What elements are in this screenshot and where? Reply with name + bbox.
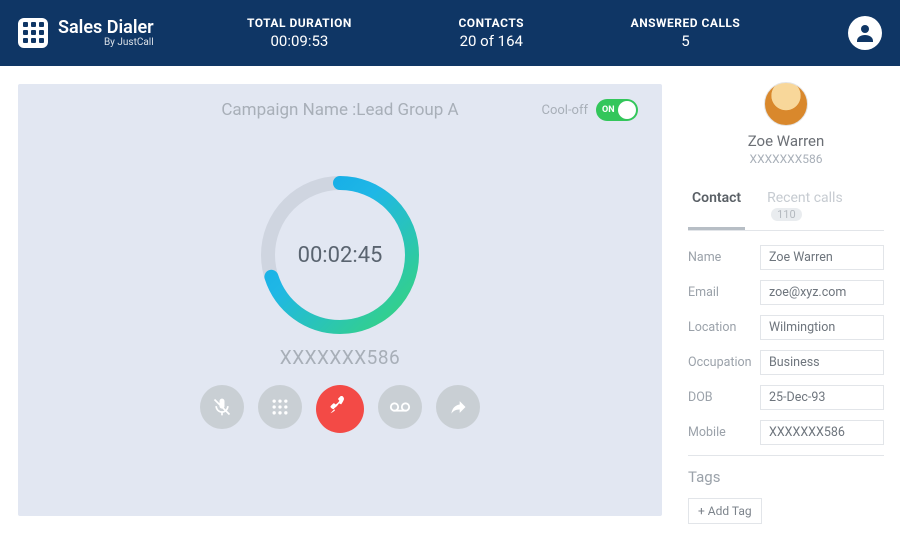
stat-answered: ANSWERED CALLS 5 <box>631 16 741 50</box>
forward-icon <box>448 397 468 417</box>
stat-duration-label: TOTAL DURATION <box>247 16 352 30</box>
sidebar-divider <box>688 455 884 456</box>
header-stats: TOTAL DURATION 00:09:53 CONTACTS 20 of 1… <box>194 16 794 50</box>
contact-sidebar: Zoe Warren XXXXXXX586 Contact Recent cal… <box>680 66 900 534</box>
hangup-icon <box>327 396 353 422</box>
stat-answered-value: 5 <box>631 32 741 50</box>
brand: Sales Dialer By JustCall <box>18 18 154 49</box>
call-progress-ring: 00:02:45 <box>255 170 425 340</box>
mute-icon <box>212 397 232 417</box>
call-panel: Campaign Name : Lead Group A Cool-off ON <box>18 84 662 516</box>
contact-number: XXXXXXX586 <box>750 152 823 166</box>
add-tag-button[interactable]: + Add Tag <box>688 498 762 524</box>
brand-subtitle: By JustCall <box>58 37 154 48</box>
switch-on-label: ON <box>602 105 615 115</box>
tab-recent-label: Recent calls <box>767 190 843 206</box>
switch-knob <box>618 101 636 119</box>
field-value-email[interactable]: zoe@xyz.com <box>760 280 884 305</box>
recent-calls-badge: 110 <box>771 208 802 221</box>
field-row: Emailzoe@xyz.com <box>688 280 884 305</box>
top-header: Sales Dialer By JustCall TOTAL DURATION … <box>0 0 900 66</box>
field-row: MobileXXXXXXX586 <box>688 420 884 445</box>
hangup-button[interactable] <box>316 385 364 433</box>
profile-icon <box>853 21 877 45</box>
stat-contacts: CONTACTS 20 of 164 <box>458 16 524 50</box>
cooloff-label: Cool-off <box>542 103 589 118</box>
field-value-location[interactable]: Wilmingtion <box>760 315 884 340</box>
voicemail-button[interactable] <box>378 385 422 429</box>
stat-answered-label: ANSWERED CALLS <box>631 16 741 30</box>
field-row: NameZoe Warren <box>688 245 884 270</box>
account-button[interactable] <box>848 16 882 50</box>
field-value-mobile[interactable]: XXXXXXX586 <box>760 420 884 445</box>
field-label-mobile: Mobile <box>688 425 760 440</box>
contact-avatar[interactable] <box>764 82 808 126</box>
cooloff-toggle[interactable]: ON <box>596 99 638 121</box>
voicemail-icon <box>389 396 411 418</box>
field-row: DOB25-Dec-93 <box>688 385 884 410</box>
field-label-location: Location <box>688 320 760 335</box>
cooloff-group: Cool-off ON <box>542 99 639 121</box>
campaign-prefix: Campaign Name : <box>221 100 356 120</box>
tags-heading: Tags <box>688 468 884 486</box>
forward-button[interactable] <box>436 385 480 429</box>
sidebar-tabs: Contact Recent calls 110 <box>688 184 884 231</box>
campaign-name: Lead Group A <box>356 100 458 120</box>
mute-button[interactable] <box>200 385 244 429</box>
field-label-name: Name <box>688 250 760 265</box>
tab-recent-calls[interactable]: Recent calls 110 <box>763 184 866 230</box>
field-label-occupation: Occupation <box>688 355 760 370</box>
field-label-email: Email <box>688 285 760 300</box>
stat-duration: TOTAL DURATION 00:09:53 <box>247 16 352 50</box>
stat-contacts-label: CONTACTS <box>458 16 524 30</box>
field-row: LocationWilmingtion <box>688 315 884 340</box>
contact-name: Zoe Warren <box>748 132 825 150</box>
brand-title: Sales Dialer <box>58 18 154 38</box>
field-value-dob[interactable]: 25-Dec-93 <box>760 385 884 410</box>
call-number-masked: XXXXXXX586 <box>42 346 638 369</box>
contact-fields: NameZoe Warren Emailzoe@xyz.com Location… <box>688 245 884 445</box>
dialpad-icon <box>270 397 290 417</box>
brand-icon <box>18 18 48 48</box>
field-value-name[interactable]: Zoe Warren <box>760 245 884 270</box>
stat-contacts-value: 20 of 164 <box>458 32 524 50</box>
field-value-occupation[interactable]: Business <box>760 350 884 375</box>
field-row: OccupationBusiness <box>688 350 884 375</box>
dialpad-button[interactable] <box>258 385 302 429</box>
tab-contact[interactable]: Contact <box>688 184 745 230</box>
call-controls <box>42 385 638 433</box>
stat-duration-value: 00:09:53 <box>247 32 352 50</box>
field-label-dob: DOB <box>688 390 760 405</box>
